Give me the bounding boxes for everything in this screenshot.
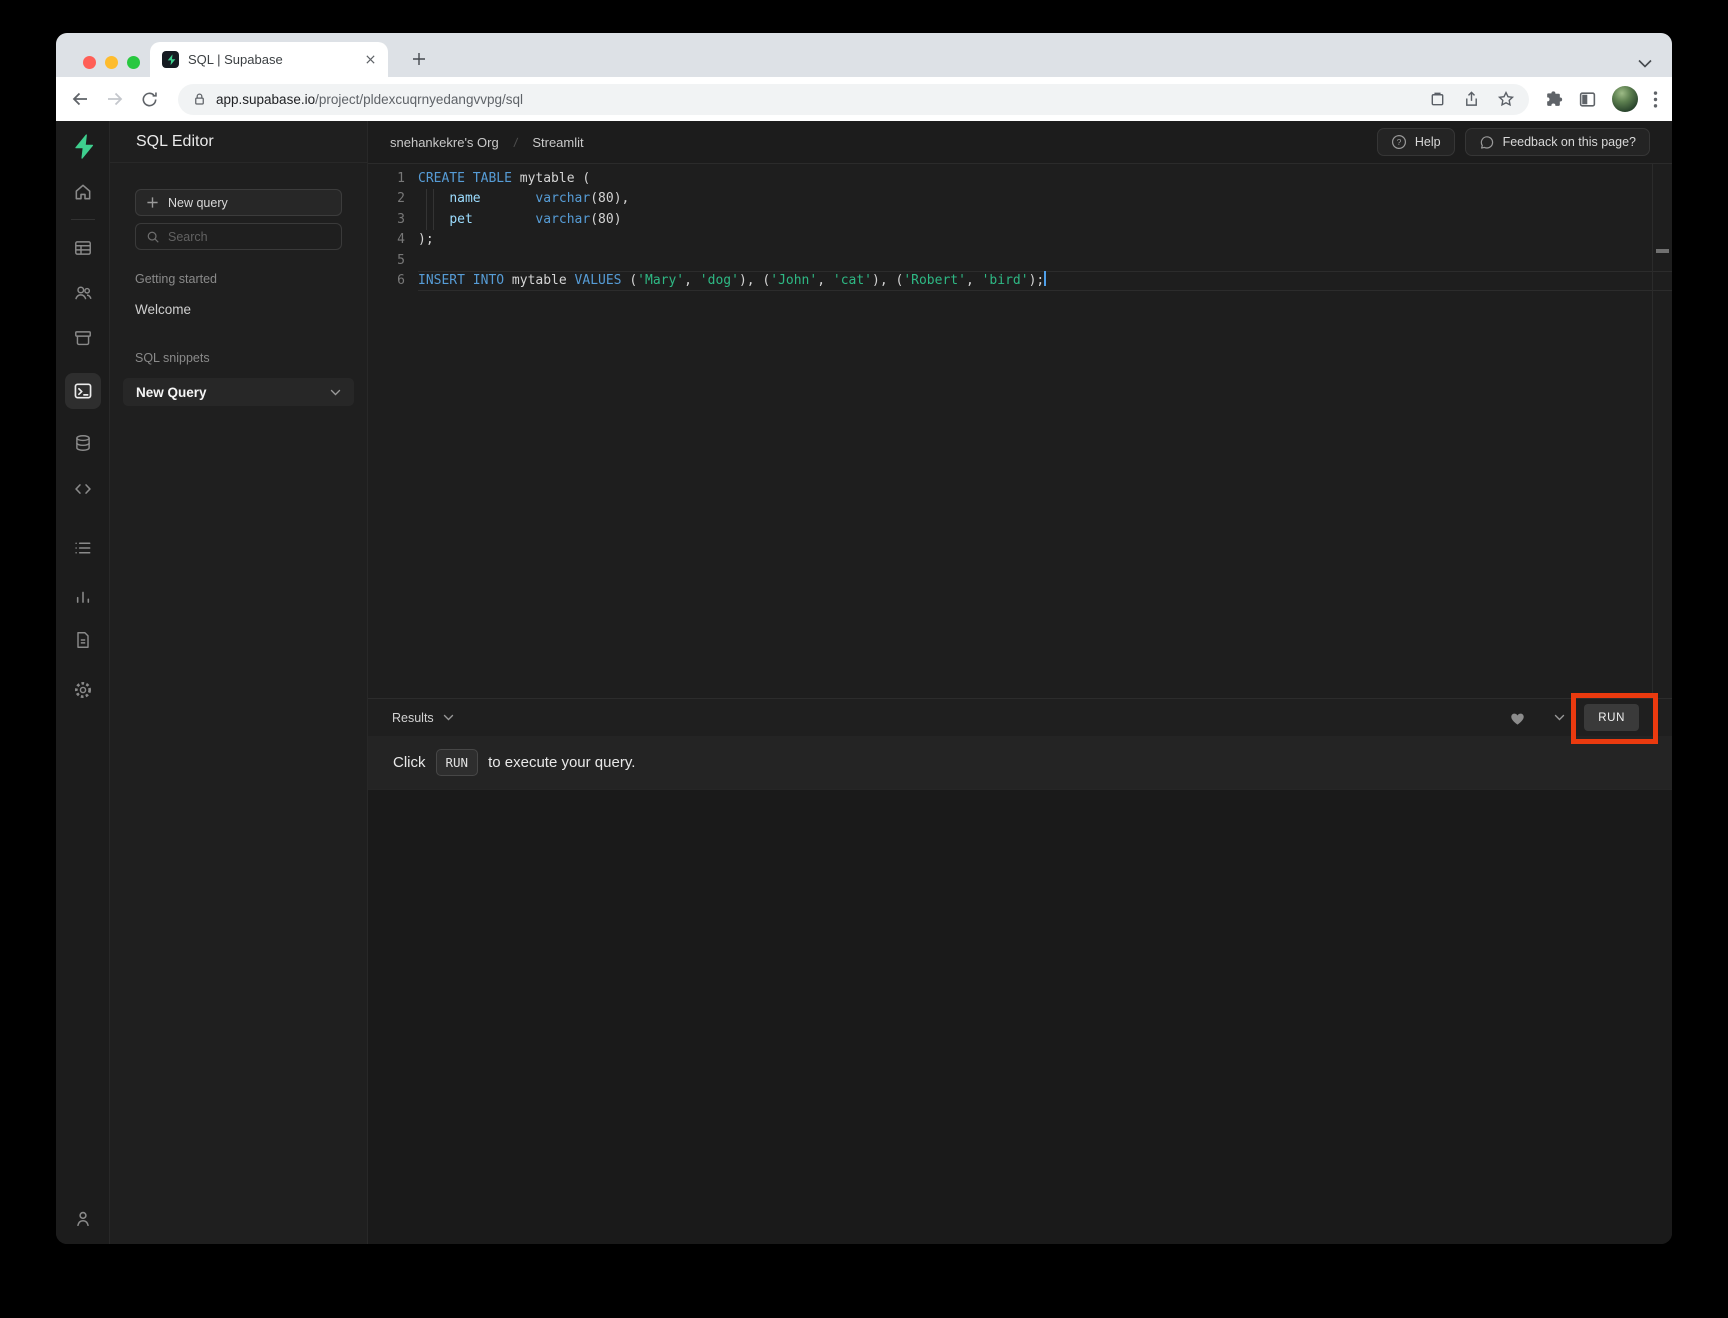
code-line[interactable]: pet varchar(80) xyxy=(418,210,1672,230)
results-dropdown-label[interactable]: Results xyxy=(392,711,434,725)
results-bar: Results RUN xyxy=(368,698,1672,736)
sidebar-item-welcome[interactable]: Welcome xyxy=(135,302,342,317)
message-suffix: to execute your query. xyxy=(488,754,635,771)
line-number: 3 xyxy=(368,210,405,230)
close-window-button[interactable] xyxy=(83,56,96,69)
account-user-icon[interactable] xyxy=(73,1209,93,1229)
supabase-logo[interactable] xyxy=(71,134,95,160)
supabase-app: SQL Editor New query Getting started Wel… xyxy=(56,121,1672,1244)
svg-text:?: ? xyxy=(1396,137,1401,147)
sql-editor-icon[interactable] xyxy=(65,373,101,409)
chevron-down-icon[interactable] xyxy=(330,389,341,396)
tab-close-icon[interactable] xyxy=(365,54,376,65)
profile-avatar[interactable] xyxy=(1612,86,1638,112)
code-line[interactable]: name varchar(80), xyxy=(418,189,1672,209)
run-options-chevron-icon[interactable] xyxy=(1554,714,1565,721)
new-query-button[interactable]: New query xyxy=(135,189,342,216)
sql-code-editor[interactable]: 123456 CREATE TABLE mytable ( name varch… xyxy=(368,164,1672,698)
side-panel-icon[interactable] xyxy=(1578,90,1597,109)
code-line[interactable]: ); xyxy=(418,230,1672,250)
code-line[interactable]: INSERT INTO mytable VALUES ('Mary', 'dog… xyxy=(418,271,1672,291)
chevron-down-icon[interactable] xyxy=(443,714,454,721)
reports-chart-icon[interactable] xyxy=(73,586,93,606)
results-empty-message: Click RUN to execute your query. xyxy=(368,736,1672,789)
docs-file-icon[interactable] xyxy=(73,630,93,650)
extensions-puzzle-icon[interactable] xyxy=(1544,90,1563,109)
api-code-icon[interactable] xyxy=(73,479,93,499)
sidebar-item-new-query[interactable]: New Query xyxy=(123,378,354,406)
browser-toolbar: app.supabase.io/project/pldexcuqrnyedang… xyxy=(56,77,1672,121)
code-line[interactable] xyxy=(418,251,1672,271)
indent-guide xyxy=(433,189,434,230)
browser-menu-icon[interactable] xyxy=(1653,91,1658,108)
url-text: app.supabase.io/project/pldexcuqrnyedang… xyxy=(216,92,523,107)
code-area[interactable]: CREATE TABLE mytable ( name varchar(80),… xyxy=(418,164,1672,698)
supabase-favicon xyxy=(162,51,179,68)
cursor-position-marker xyxy=(1656,249,1669,253)
results-empty-area xyxy=(368,789,1672,1244)
feedback-button[interactable]: Feedback on this page? xyxy=(1465,128,1650,156)
message-prefix: Click xyxy=(393,754,426,771)
lock-icon[interactable] xyxy=(192,91,207,107)
text-cursor xyxy=(1044,271,1046,286)
forward-icon[interactable] xyxy=(105,89,125,109)
plus-icon xyxy=(146,196,159,209)
project-header: snehankekre's Org / Streamlit ? Help xyxy=(368,121,1672,164)
section-sql-snippets: SQL snippets xyxy=(135,351,342,365)
storage-icon[interactable] xyxy=(73,328,93,348)
tab-strip: SQL | Supabase xyxy=(56,33,1672,77)
new-tab-button[interactable] xyxy=(406,46,432,72)
settings-gear-icon[interactable] xyxy=(73,680,93,700)
url-bar[interactable]: app.supabase.io/project/pldexcuqrnyedang… xyxy=(178,84,1529,115)
chat-bubble-icon xyxy=(1479,134,1495,150)
nav-rail xyxy=(56,121,110,1244)
line-number: 1 xyxy=(368,169,405,189)
tab-search-chevron-icon[interactable] xyxy=(1638,59,1652,68)
back-icon[interactable] xyxy=(70,89,90,109)
section-getting-started: Getting started xyxy=(135,272,342,286)
logs-list-icon[interactable] xyxy=(73,538,93,558)
line-number-gutter: 123456 xyxy=(368,164,418,698)
sidebar-title: SQL Editor xyxy=(110,121,367,163)
run-kbd-hint: RUN xyxy=(436,749,479,776)
breadcrumb-separator: / xyxy=(513,134,519,149)
zoom-window-button[interactable] xyxy=(127,56,140,69)
line-number: 4 xyxy=(368,230,405,250)
home-icon[interactable] xyxy=(73,182,93,202)
editor-overview-ruler[interactable] xyxy=(1652,164,1672,698)
minimize-window-button[interactable] xyxy=(105,56,118,69)
save-clipboard-icon[interactable] xyxy=(1429,90,1446,108)
breadcrumb-org[interactable]: snehankekre's Org xyxy=(390,135,499,150)
traffic-lights xyxy=(83,56,140,69)
bookmark-star-icon[interactable] xyxy=(1497,90,1515,108)
indent-guide xyxy=(426,189,427,230)
code-line[interactable]: CREATE TABLE mytable ( xyxy=(418,169,1672,189)
line-number: 2 xyxy=(368,189,405,209)
auth-users-icon[interactable] xyxy=(73,283,93,303)
browser-tab[interactable]: SQL | Supabase xyxy=(150,42,388,77)
favorite-heart-icon[interactable] xyxy=(1509,710,1526,726)
search-box xyxy=(135,223,342,250)
table-editor-icon[interactable] xyxy=(73,238,93,258)
sql-editor-sidebar: SQL Editor New query Getting started Wel… xyxy=(110,121,368,1244)
main-panel: snehankekre's Org / Streamlit ? Help xyxy=(368,121,1672,1244)
run-button[interactable]: RUN xyxy=(1584,704,1639,731)
database-icon[interactable] xyxy=(73,433,93,453)
breadcrumb-project[interactable]: Streamlit xyxy=(532,135,583,150)
search-icon xyxy=(146,230,160,244)
tab-title: SQL | Supabase xyxy=(188,52,356,67)
reload-icon[interactable] xyxy=(140,90,159,109)
browser-window: SQL | Supabase app.supabase.io/project/p… xyxy=(56,33,1672,1244)
help-question-icon: ? xyxy=(1391,134,1407,150)
search-input[interactable] xyxy=(168,230,331,244)
line-number: 6 xyxy=(368,271,405,291)
help-button[interactable]: ? Help xyxy=(1377,128,1455,156)
share-icon[interactable] xyxy=(1463,90,1480,108)
line-number: 5 xyxy=(368,251,405,271)
